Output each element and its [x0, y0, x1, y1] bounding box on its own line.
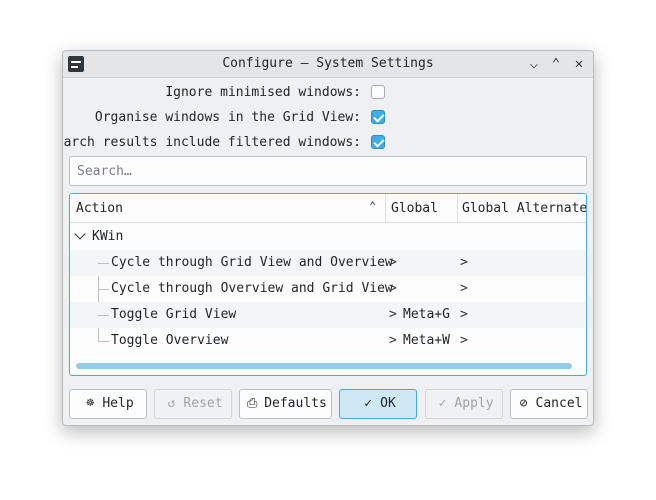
- cancel-button[interactable]: ⊘ Cancel: [510, 389, 588, 419]
- chevron-down-icon[interactable]: [74, 228, 86, 240]
- ignore-minimised-checkbox[interactable]: [371, 85, 385, 99]
- reset-icon: ↺: [167, 396, 176, 411]
- expand-global-icon[interactable]: >: [389, 281, 397, 296]
- ok-button[interactable]: ✓ OK: [339, 389, 417, 419]
- sort-ascending-icon[interactable]: ⌃: [369, 199, 376, 213]
- expand-global-icon[interactable]: >: [389, 333, 397, 348]
- defaults-button[interactable]: ⎙ Defaults: [239, 389, 332, 419]
- tree-header: Action ⌃ Global Global Alternate: [70, 194, 586, 223]
- expand-global-icon[interactable]: >: [389, 307, 397, 322]
- table-row[interactable]: Toggle Grid View > Meta+G >: [70, 302, 586, 328]
- table-row[interactable]: Toggle Overview > Meta+W >: [70, 328, 586, 354]
- apply-button[interactable]: ✓ Apply: [425, 389, 503, 419]
- titlebar[interactable]: Configure — System Settings ⌵ ⌃ ✕: [63, 51, 593, 78]
- organise-grid-checkbox[interactable]: [371, 110, 385, 124]
- help-icon: ☸: [86, 396, 95, 411]
- group-label: KWin: [92, 229, 124, 244]
- option-organise-grid: Organise windows in the Grid View:: [63, 108, 593, 128]
- expand-alternate-icon[interactable]: >: [460, 333, 468, 348]
- defaults-label: Defaults: [264, 396, 327, 411]
- global-shortcut: Meta+W: [403, 333, 450, 348]
- cancel-icon: ⊘: [519, 396, 528, 411]
- expand-alternate-icon[interactable]: >: [460, 255, 468, 270]
- expand-alternate-icon[interactable]: >: [460, 281, 468, 296]
- option-ignore-minimised: Ignore minimised windows:: [63, 83, 593, 103]
- option-label: Ignore minimised windows:: [165, 85, 361, 100]
- document-icon: ⎙: [246, 396, 258, 411]
- table-row[interactable]: Cycle through Grid View and Overview > >: [70, 250, 586, 276]
- minimize-icon[interactable]: ⌵: [525, 55, 543, 73]
- column-header-global-alternate[interactable]: Global Alternate: [462, 201, 586, 216]
- close-icon[interactable]: ✕: [570, 55, 588, 73]
- column-header-global[interactable]: Global: [391, 201, 438, 216]
- help-label: Help: [102, 396, 134, 411]
- expand-alternate-icon[interactable]: >: [460, 307, 468, 322]
- search-filtered-checkbox[interactable]: [371, 135, 385, 149]
- help-button[interactable]: ☸ Help: [69, 389, 147, 419]
- maximize-icon[interactable]: ⌃: [547, 55, 565, 73]
- action-name: Cycle through Overview and Grid View: [111, 281, 393, 296]
- global-shortcut: Meta+G: [403, 307, 450, 322]
- shortcuts-tree: Action ⌃ Global Global Alternate KWin Cy…: [69, 193, 587, 376]
- table-row[interactable]: Cycle through Overview and Grid View > >: [70, 276, 586, 302]
- cancel-label: Cancel: [535, 396, 583, 411]
- window-title: Configure — System Settings: [222, 56, 434, 71]
- configure-dialog: Configure — System Settings ⌵ ⌃ ✕ Ignore…: [62, 50, 594, 426]
- search-input[interactable]: Search…: [69, 156, 587, 186]
- ok-label: OK: [380, 396, 396, 411]
- option-label: Organise windows in the Grid View:: [94, 110, 361, 125]
- option-label: Search results include filtered windows:: [62, 135, 361, 150]
- search-placeholder: Search…: [77, 164, 132, 179]
- apply-label: Apply: [454, 396, 494, 411]
- reset-label: Reset: [183, 396, 223, 411]
- action-name: Toggle Grid View: [111, 307, 237, 322]
- check-icon: ✓: [438, 396, 447, 411]
- tree-group-kwin[interactable]: KWin: [70, 224, 586, 250]
- reset-button[interactable]: ↺ Reset: [154, 389, 232, 419]
- horizontal-scrollbar[interactable]: [76, 363, 572, 369]
- column-header-action[interactable]: Action: [76, 201, 123, 216]
- expand-global-icon[interactable]: >: [389, 255, 397, 270]
- action-name: Toggle Overview: [111, 333, 229, 348]
- check-icon: ✓: [364, 396, 373, 411]
- option-search-filtered: Search results include filtered windows:: [63, 133, 593, 153]
- action-name: Cycle through Grid View and Overview: [111, 255, 393, 270]
